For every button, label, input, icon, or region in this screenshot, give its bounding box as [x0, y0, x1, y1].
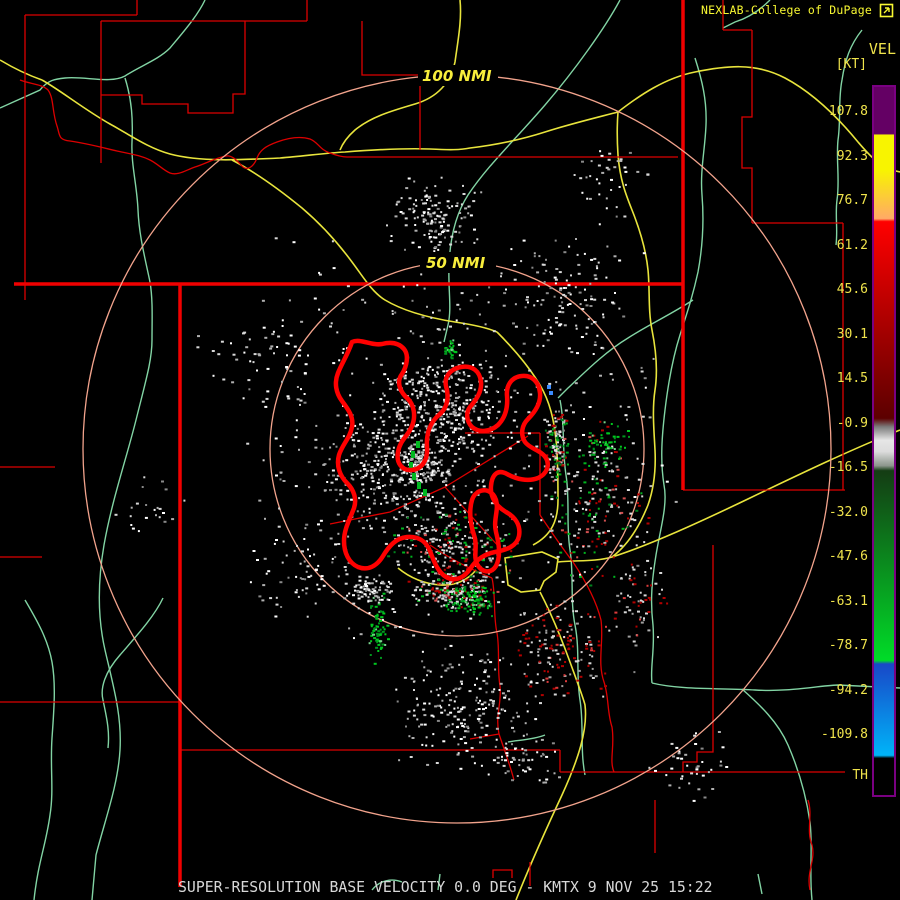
- attribution-link[interactable]: NEXLAB-College of DuPage: [701, 3, 872, 17]
- range-ring-100nmi: [82, 74, 832, 824]
- ring-labels-layer: 100 NMI 50 NMI: [418, 65, 498, 273]
- colorbar-title: VEL: [868, 40, 896, 58]
- velocity-colorbar: [872, 85, 896, 797]
- colorbar-tick: -47.6: [828, 549, 868, 564]
- velocity-echoes-layer: [114, 150, 729, 802]
- status-bar: SUPER-RESOLUTION BASE VELOCITY 0.0 DEG -…: [178, 879, 713, 896]
- range-rings-layer: [82, 74, 832, 824]
- external-link-icon[interactable]: [879, 3, 894, 18]
- colorbar-tick: -63.1: [828, 593, 868, 609]
- ring-label-50nmi: 50 NMI: [426, 254, 486, 272]
- colorbar-tick: -0.9: [836, 415, 868, 431]
- colorbar-tick: 30.1: [836, 326, 868, 342]
- colorbar-tick: -16.5: [828, 460, 868, 475]
- colorbar-tick: 92.3: [836, 148, 868, 164]
- colorbar-tick: -109.8: [821, 727, 868, 742]
- colorbar-tick: 107.8: [828, 104, 868, 119]
- ring-label-100nmi: 100 NMI: [422, 67, 492, 85]
- colorbar-tick: 61.2: [836, 237, 868, 253]
- colorbar-tick: 14.5: [836, 371, 868, 386]
- colorbar-tick: -78.7: [828, 638, 868, 653]
- colorbar-threshold-label: TH: [852, 768, 868, 783]
- radar-viewer: 100 NMI 50 NMI NEXLAB-College of DuPage …: [0, 0, 900, 900]
- colorbar-tick: 45.6: [836, 282, 868, 297]
- colorbar-tick: -32.0: [828, 504, 868, 520]
- attribution-text: NEXLAB-College of DuPage: [701, 3, 872, 17]
- colorbar-units: [KT]: [835, 57, 867, 72]
- colorbar-tick: -94.2: [828, 682, 868, 698]
- colorbar-tick: 76.7: [836, 193, 868, 208]
- radar-map: 100 NMI 50 NMI: [0, 0, 900, 900]
